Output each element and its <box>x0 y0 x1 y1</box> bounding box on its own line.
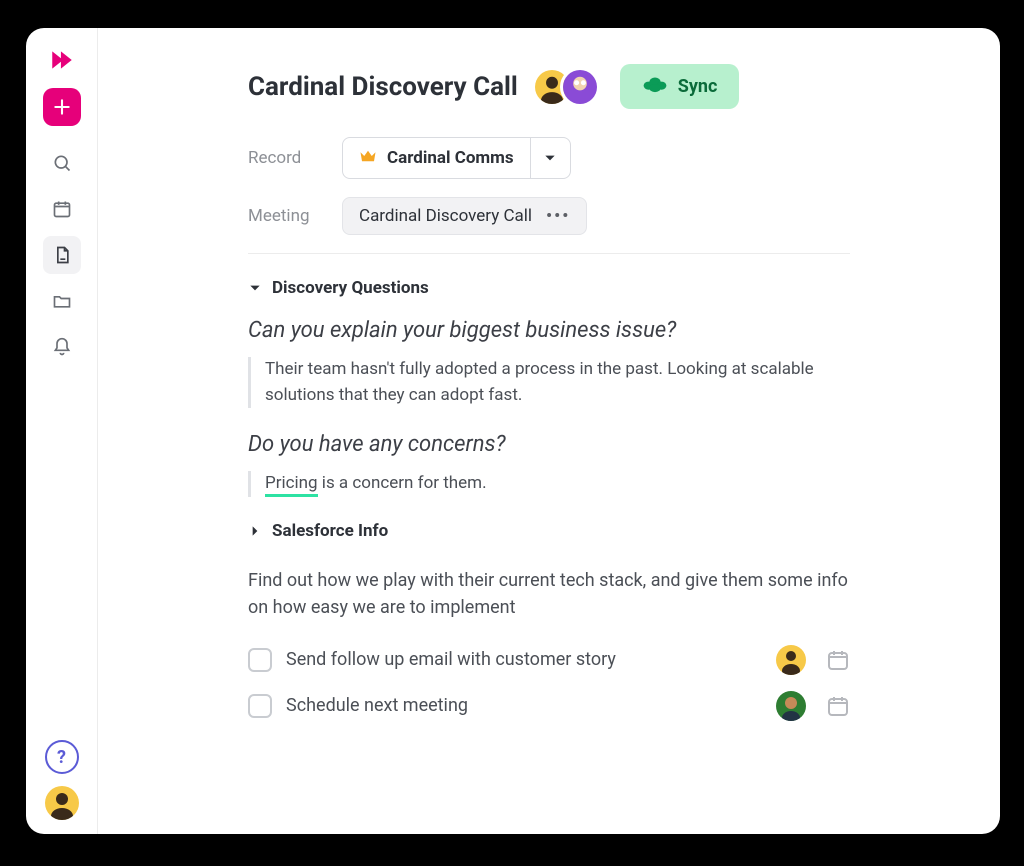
answer-2-highlight: Pricing <box>265 473 318 497</box>
meeting-label: Meeting <box>248 206 316 226</box>
task-date-icon[interactable] <box>826 648 850 672</box>
section-salesforce-toggle[interactable]: Salesforce Info <box>248 521 850 541</box>
document-icon[interactable] <box>43 236 81 274</box>
help-button[interactable]: ? <box>45 740 79 774</box>
current-user-avatar[interactable] <box>45 786 79 820</box>
search-icon[interactable] <box>43 144 81 182</box>
crown-icon <box>359 148 377 168</box>
help-label: ? <box>57 747 66 768</box>
scratchpad-logo <box>46 44 78 76</box>
calendar-icon[interactable] <box>43 190 81 228</box>
question-1: Can you explain your biggest business is… <box>248 318 850 343</box>
header: Cardinal Discovery Call Sync <box>248 64 850 109</box>
page-title: Cardinal Discovery Call <box>248 72 518 102</box>
main-content: Cardinal Discovery Call Sync Record <box>98 28 1000 834</box>
chevron-down-icon <box>543 151 557 165</box>
add-button[interactable] <box>43 88 81 126</box>
chevron-right-icon <box>248 524 262 538</box>
chevron-down-icon <box>248 281 262 295</box>
folder-icon[interactable] <box>43 282 81 320</box>
task-checkbox[interactable] <box>248 648 272 672</box>
task-row: Send follow up email with customer story <box>248 645 850 675</box>
answer-2-rest: is a concern for them. <box>318 473 487 493</box>
record-value: Cardinal Comms <box>387 148 514 168</box>
record-row: Record Cardinal Comms <box>248 137 850 179</box>
task-row: Schedule next meeting <box>248 691 850 721</box>
sidebar: ? <box>26 28 98 834</box>
task-label: Schedule next meeting <box>286 695 762 716</box>
task-assignee-avatar[interactable] <box>776 645 806 675</box>
meeting-pill[interactable]: Cardinal Discovery Call ••• <box>342 197 587 235</box>
more-icon: ••• <box>546 206 570 226</box>
answer-1: Their team hasn't fully adopted a proces… <box>248 357 850 408</box>
question-2: Do you have any concerns? <box>248 432 850 457</box>
record-dropdown-button[interactable] <box>530 138 570 178</box>
record-label: Record <box>248 148 316 168</box>
meeting-value: Cardinal Discovery Call <box>359 206 532 226</box>
divider <box>248 253 850 254</box>
task-label: Send follow up email with customer story <box>286 649 762 670</box>
sidebar-bottom: ? <box>45 740 79 820</box>
task-assignee-avatar[interactable] <box>776 691 806 721</box>
record-pill: Cardinal Comms <box>342 137 571 179</box>
avatar <box>560 67 600 107</box>
participant-avatars[interactable] <box>532 67 600 107</box>
sync-button[interactable]: Sync <box>620 64 740 109</box>
note-body: Find out how we play with their current … <box>248 567 850 621</box>
record-value-button[interactable]: Cardinal Comms <box>343 138 530 178</box>
task-date-icon[interactable] <box>826 694 850 718</box>
salesforce-cloud-icon <box>642 74 668 99</box>
answer-2: Pricing is a concern for them. <box>248 471 850 497</box>
section-salesforce-title: Salesforce Info <box>272 521 388 541</box>
app-frame: ? Cardinal Discovery Call S <box>26 28 1000 834</box>
sync-label: Sync <box>678 76 718 97</box>
task-checkbox[interactable] <box>248 694 272 718</box>
meeting-row: Meeting Cardinal Discovery Call ••• <box>248 197 850 235</box>
bell-icon[interactable] <box>43 328 81 366</box>
section-discovery-toggle[interactable]: Discovery Questions <box>248 278 850 298</box>
section-discovery-title: Discovery Questions <box>272 278 429 298</box>
